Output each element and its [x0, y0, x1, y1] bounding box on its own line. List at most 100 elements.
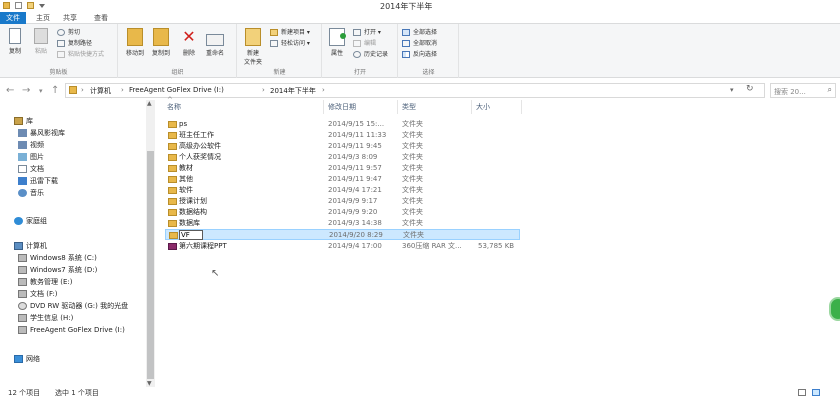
- select-none-icon: [402, 40, 410, 47]
- ribbon-tabs: 文件 主页 共享 查看: [0, 12, 840, 24]
- edit-button[interactable]: 编辑: [353, 39, 376, 48]
- nav-drive-h[interactable]: 学生信息 (H:): [18, 312, 73, 324]
- file-row[interactable]: 授课计划 2014/9/9 9:17 文件夹: [165, 196, 520, 207]
- select-none-button[interactable]: 全部取消: [402, 39, 437, 48]
- nav-drive-e[interactable]: 教务管理 (E:): [18, 276, 72, 288]
- refresh-icon[interactable]: ↻: [746, 84, 754, 94]
- column-divider[interactable]: [397, 100, 398, 114]
- nav-scrollbar[interactable]: ▲ ▼: [146, 100, 155, 387]
- rename-button[interactable]: 重命名: [203, 28, 227, 57]
- nav-item-baofeng[interactable]: 暴风影视库: [18, 127, 65, 139]
- nav-network[interactable]: 网络: [14, 353, 40, 365]
- address-dropdown-chevron-icon[interactable]: ▾: [730, 86, 734, 94]
- recent-locations-chevron-icon[interactable]: ▾: [39, 87, 43, 95]
- copy-to-button[interactable]: 复制到: [149, 28, 173, 57]
- breadcrumb-computer[interactable]: 计算机: [90, 86, 111, 96]
- history-icon: [353, 51, 361, 58]
- nav-item-pictures[interactable]: 图片: [18, 151, 44, 163]
- file-row[interactable]: 其他 2014/9/11 9:47 文件夹: [165, 174, 520, 185]
- nav-drive-i[interactable]: FreeAgent GoFlex Drive (I:): [18, 324, 125, 336]
- pictures-icon: [18, 153, 27, 161]
- large-icons-view-icon[interactable]: [812, 389, 820, 396]
- address-row: ← → ▾ ↑ › 计算机 › FreeAgent GoFlex Drive (…: [0, 80, 840, 100]
- file-row[interactable]: ps 2014/9/15 15:... 文件夹: [165, 119, 520, 130]
- nav-item-xunlei[interactable]: 迅雷下载: [18, 175, 58, 187]
- chevron-down-icon[interactable]: [39, 4, 45, 8]
- file-row[interactable]: 教材 2014/9/11 9:57 文件夹: [165, 163, 520, 174]
- file-row[interactable]: 数据库 2014/9/3 14:38 文件夹: [165, 218, 520, 229]
- nav-drive-f[interactable]: 文档 (F:): [18, 288, 58, 300]
- tab-view[interactable]: 查看: [88, 12, 114, 24]
- file-row[interactable]: 软件 2014/9/4 17:21 文件夹: [165, 185, 520, 196]
- scroll-up-icon[interactable]: ▲: [147, 100, 152, 107]
- file-row[interactable]: 班主任工作 2014/9/11 11:33 文件夹: [165, 130, 520, 141]
- paste-icon: [34, 28, 48, 44]
- file-row[interactable]: 个人获奖情况 2014/9/3 8:09 文件夹: [165, 152, 520, 163]
- open-icon: [353, 29, 361, 36]
- tab-share[interactable]: 共享: [57, 12, 83, 24]
- cut-button[interactable]: 剪切: [57, 28, 80, 37]
- copy-path-button[interactable]: 复制路径: [57, 39, 92, 48]
- folder-icon: [169, 232, 178, 239]
- column-divider[interactable]: [323, 100, 324, 114]
- new-folder-button[interactable]: 新建 文件夹: [240, 28, 266, 66]
- details-view-icon[interactable]: [798, 389, 806, 396]
- rename-input[interactable]: VF: [179, 230, 203, 240]
- nav-item-videos[interactable]: 视频: [18, 139, 44, 151]
- properties-button[interactable]: 属性: [325, 28, 349, 57]
- nav-homegroup[interactable]: 家庭组: [14, 215, 47, 227]
- nav-library[interactable]: 库: [14, 115, 33, 127]
- invert-selection-button[interactable]: 反向选择: [402, 50, 437, 59]
- nav-computer[interactable]: 计算机: [14, 240, 47, 252]
- folder-icon: [168, 209, 177, 216]
- nav-drive-g[interactable]: DVD RW 驱动器 (G:) 我的光盘: [18, 300, 128, 312]
- clipboard-group: 复制 粘贴 剪切 复制路径 粘贴快捷方式 剪贴板: [0, 24, 118, 78]
- new-folder-icon: [245, 28, 261, 46]
- paste-shortcut-button[interactable]: 粘贴快捷方式: [57, 50, 104, 59]
- file-row[interactable]: 数据结构 2014/9/9 9:20 文件夹: [165, 207, 520, 218]
- column-date[interactable]: 修改日期: [328, 102, 356, 112]
- up-arrow-icon[interactable]: ↑: [51, 85, 59, 96]
- breadcrumb-drive[interactable]: FreeAgent GoFlex Drive (I:): [129, 86, 224, 94]
- file-row-selected[interactable]: VF 2014/9/20 8:29 文件夹: [165, 229, 520, 240]
- column-size[interactable]: 大小: [476, 102, 490, 112]
- select-all-button[interactable]: 全部选择: [402, 28, 437, 37]
- open-button[interactable]: 打开 ▾: [353, 28, 381, 37]
- move-to-button[interactable]: 移动到: [123, 28, 147, 57]
- nav-item-documents[interactable]: 文档: [18, 163, 44, 175]
- easy-access-button[interactable]: 轻松访问 ▾: [270, 39, 310, 48]
- file-row[interactable]: 第六期课程PPT 2014/9/4 17:00 360压缩 RAR 文... 5…: [165, 241, 520, 252]
- column-name[interactable]: 名称: [167, 102, 181, 112]
- file-row[interactable]: 高级办公软件 2014/9/11 9:45 文件夹: [165, 141, 520, 152]
- tab-file[interactable]: 文件: [0, 12, 26, 24]
- folder-icon: [168, 121, 177, 128]
- new-item-button[interactable]: 新建项目 ▾: [270, 28, 310, 37]
- delete-x-icon: ✕: [182, 27, 196, 46]
- search-box[interactable]: 搜索 20... ⌕: [770, 83, 836, 98]
- breadcrumb-folder[interactable]: 2014年下半年: [270, 86, 316, 96]
- forward-arrow-icon[interactable]: →: [22, 85, 30, 96]
- search-input[interactable]: 搜索 20...: [774, 87, 806, 97]
- select-group: 全部选择 全部取消 反向选择 选择: [399, 24, 459, 78]
- search-icon[interactable]: ⌕: [828, 85, 832, 95]
- delete-button[interactable]: ✕ 删除: [177, 27, 201, 58]
- column-divider[interactable]: [521, 100, 522, 114]
- floating-widget-icon[interactable]: [829, 297, 840, 321]
- properties-quick-icon[interactable]: [15, 2, 22, 9]
- new-folder-quick-icon[interactable]: [27, 2, 34, 9]
- nav-drive-d[interactable]: Windows7 系统 (D:): [18, 264, 97, 276]
- copy-button[interactable]: 复制: [3, 28, 27, 55]
- breadcrumb-separator-icon: ›: [322, 86, 325, 94]
- history-button[interactable]: 历史记录: [353, 50, 388, 59]
- nav-scrollbar-thumb[interactable]: [147, 151, 154, 379]
- column-type[interactable]: 类型: [402, 102, 416, 112]
- nav-item-music[interactable]: 音乐: [18, 187, 44, 199]
- tab-home[interactable]: 主页: [30, 12, 56, 24]
- column-divider[interactable]: [471, 100, 472, 114]
- music-icon: [18, 189, 27, 197]
- back-arrow-icon[interactable]: ←: [6, 85, 14, 96]
- paste-button[interactable]: 粘贴: [29, 28, 53, 55]
- nav-drive-c[interactable]: Windows8 系统 (C:): [18, 252, 97, 264]
- scissors-icon: [57, 29, 65, 36]
- ribbon: 复制 粘贴 剪切 复制路径 粘贴快捷方式 剪贴板 移动到 复制到 ✕ 删除 重命…: [0, 24, 840, 78]
